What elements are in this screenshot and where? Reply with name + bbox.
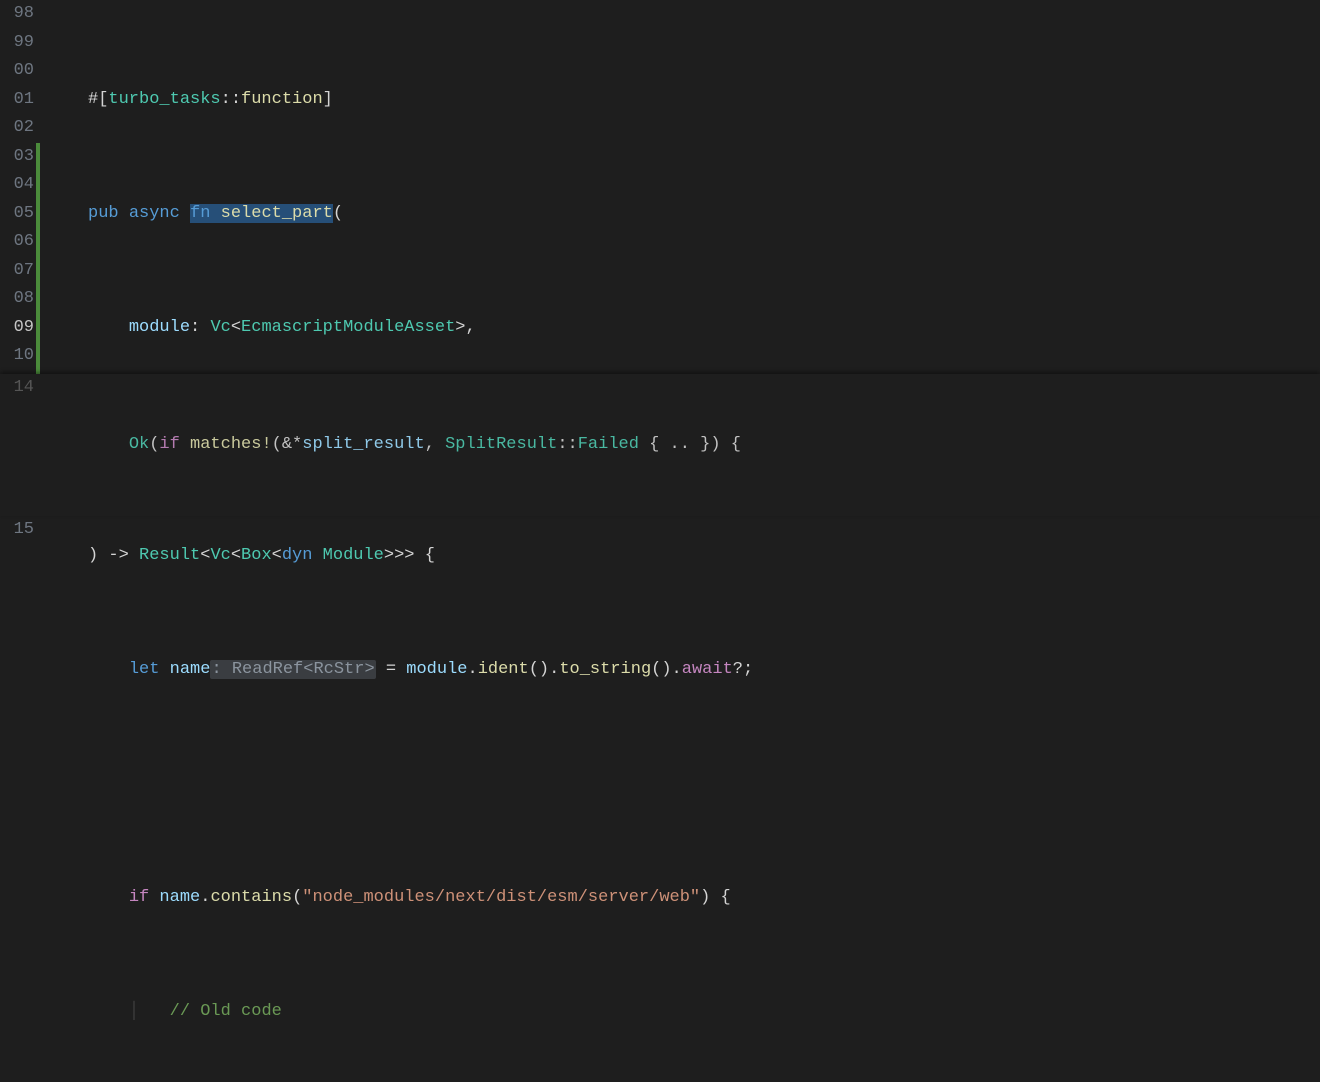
line-number: 14 (0, 374, 34, 403)
code-line: Ok(if matches!(&*split_result, SplitResu… (88, 431, 1320, 460)
code-line: pub async fn select_part( (88, 200, 1320, 229)
code-line: │ // Old code (88, 998, 1320, 1027)
line-number: 08 (0, 285, 34, 314)
line-number: 07 (0, 257, 34, 286)
code-line (88, 770, 1320, 799)
line-number: 03 (0, 143, 34, 172)
line-number: 09 (0, 314, 34, 343)
code-editor[interactable]: 98 99 00 01 02 03 04 05 06 07 08 09 10 1… (0, 0, 1320, 541)
partial-line: 15 Ok(if matches!(&*split_result, SplitR… (0, 516, 1320, 541)
line-number: 06 (0, 228, 34, 257)
line-number: 02 (0, 114, 34, 143)
line-number: 04 (0, 171, 34, 200)
line-number: 00 (0, 57, 34, 86)
sticky-scroll[interactable]: 14 Ok(if matches!(&*split_result, SplitR… (0, 374, 1320, 517)
code-line: if name.contains("node_modules/next/dist… (88, 884, 1320, 913)
code-line: #[turbo_tasks::function] (88, 86, 1320, 115)
line-number: 10 (0, 342, 34, 371)
code-line: let name: ReadRef<RcStr> = module.ident(… (88, 656, 1320, 685)
line-number: 05 (0, 200, 34, 229)
code-line: module: Vc<EcmascriptModuleAsset>, (88, 314, 1320, 343)
code-line: ) -> Result<Vc<Box<dyn Module>>> { (88, 542, 1320, 571)
line-number: 98 (0, 0, 34, 29)
inlay-hint: : ReadRef<RcStr> (210, 660, 375, 679)
line-number: 99 (0, 29, 34, 58)
line-number: 01 (0, 86, 34, 115)
